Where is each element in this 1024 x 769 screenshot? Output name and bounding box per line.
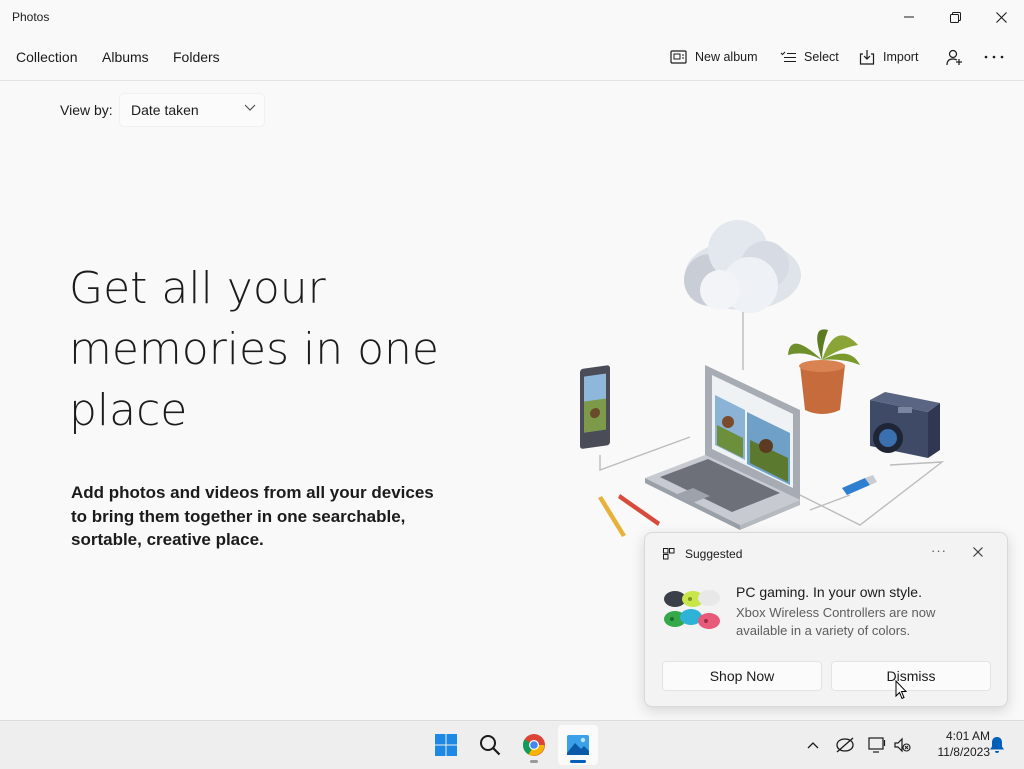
network-icon <box>836 737 854 753</box>
tablet-graphic <box>580 365 610 449</box>
plant-graphic <box>788 329 860 414</box>
import-icon <box>859 49 875 65</box>
taskbar: 4:01 AM 11/8/2023 <box>0 720 1024 769</box>
start-button[interactable] <box>426 725 466 765</box>
title-bar: Photos <box>0 0 1024 34</box>
show-hidden-icons-button[interactable] <box>802 734 824 756</box>
taskbar-photos[interactable] <box>558 725 598 765</box>
usb-stick-graphic <box>842 475 877 495</box>
minimize-button[interactable] <box>886 0 932 34</box>
taskbar-search-button[interactable] <box>470 725 510 765</box>
tab-collection[interactable]: Collection <box>16 49 77 65</box>
mouse-cursor-icon <box>895 680 907 700</box>
add-person-button[interactable] <box>946 46 971 68</box>
app-title: Photos <box>12 10 50 24</box>
xbox-controllers-image <box>664 590 720 629</box>
notification-bell-icon <box>990 737 1004 753</box>
chevron-up-icon <box>807 742 819 749</box>
shop-now-button[interactable]: Shop Now <box>662 661 822 691</box>
clock-date: 11/8/2023 <box>937 745 991 759</box>
system-clock[interactable]: 4:01 AM 11/8/2023 <box>916 728 991 760</box>
close-button[interactable] <box>978 0 1024 34</box>
running-indicator <box>530 760 538 763</box>
new-album-button[interactable]: New album <box>670 46 758 68</box>
devices-illustration <box>580 220 945 537</box>
notification-body: Xbox Wireless Controllers are now availa… <box>736 605 936 638</box>
close-icon <box>995 11 1007 23</box>
notification-label: Suggested <box>685 547 743 561</box>
hero-subtitle: Add photos and videos from all your devi… <box>71 483 434 549</box>
select-button[interactable]: Select <box>780 46 839 68</box>
maximize-button[interactable] <box>932 0 978 34</box>
dismiss-button[interactable]: Dismiss <box>831 661 991 691</box>
import-button[interactable]: Import <box>859 46 918 68</box>
chevron-down-icon <box>244 104 256 111</box>
more-icon <box>984 55 1004 59</box>
photos-icon <box>567 735 589 755</box>
import-label: Import <box>883 50 919 64</box>
network-status-button[interactable] <box>834 734 856 756</box>
tab-albums[interactable]: Albums <box>102 49 149 65</box>
notification-heading: PC gaming. In your own style. <box>736 584 922 600</box>
hero-title: Get all your memories in one place <box>69 263 439 436</box>
cloud-graphic <box>684 220 801 313</box>
camera-graphic <box>870 392 940 458</box>
view-by-value: Date taken <box>131 102 199 118</box>
view-by-label: View by: <box>60 102 113 118</box>
notification-more-button[interactable]: ··· <box>931 543 947 558</box>
new-album-icon <box>670 49 687 64</box>
clock-time: 4:01 AM <box>945 729 990 743</box>
display-settings-button[interactable] <box>866 734 888 756</box>
view-by-dropdown[interactable]: Date taken <box>120 94 264 126</box>
close-icon[interactable] <box>973 547 983 557</box>
minimize-icon <box>904 16 914 18</box>
select-label: Select <box>804 50 839 64</box>
more-options-button[interactable] <box>984 46 1012 68</box>
windows-start-icon <box>435 734 457 756</box>
chrome-icon <box>523 734 545 756</box>
maximize-icon <box>949 11 961 23</box>
navigation-bar: Collection Albums Folders New album Sele… <box>0 34 1024 81</box>
taskbar-chrome[interactable] <box>514 725 554 765</box>
active-indicator <box>570 760 586 763</box>
display-icon <box>868 737 886 753</box>
search-icon <box>480 735 501 756</box>
laptop-graphic <box>645 365 800 530</box>
volume-button[interactable] <box>891 734 913 756</box>
suggestion-icon <box>663 548 675 560</box>
new-album-label: New album <box>695 50 758 64</box>
notification-toast: Suggested ··· PC gaming. In your own sty… <box>644 532 1008 707</box>
pencils-graphic <box>598 494 660 537</box>
select-icon <box>780 51 796 62</box>
volume-icon <box>894 737 911 753</box>
add-person-icon <box>946 49 962 65</box>
tab-folders[interactable]: Folders <box>173 49 220 65</box>
notifications-button[interactable] <box>986 734 1008 756</box>
